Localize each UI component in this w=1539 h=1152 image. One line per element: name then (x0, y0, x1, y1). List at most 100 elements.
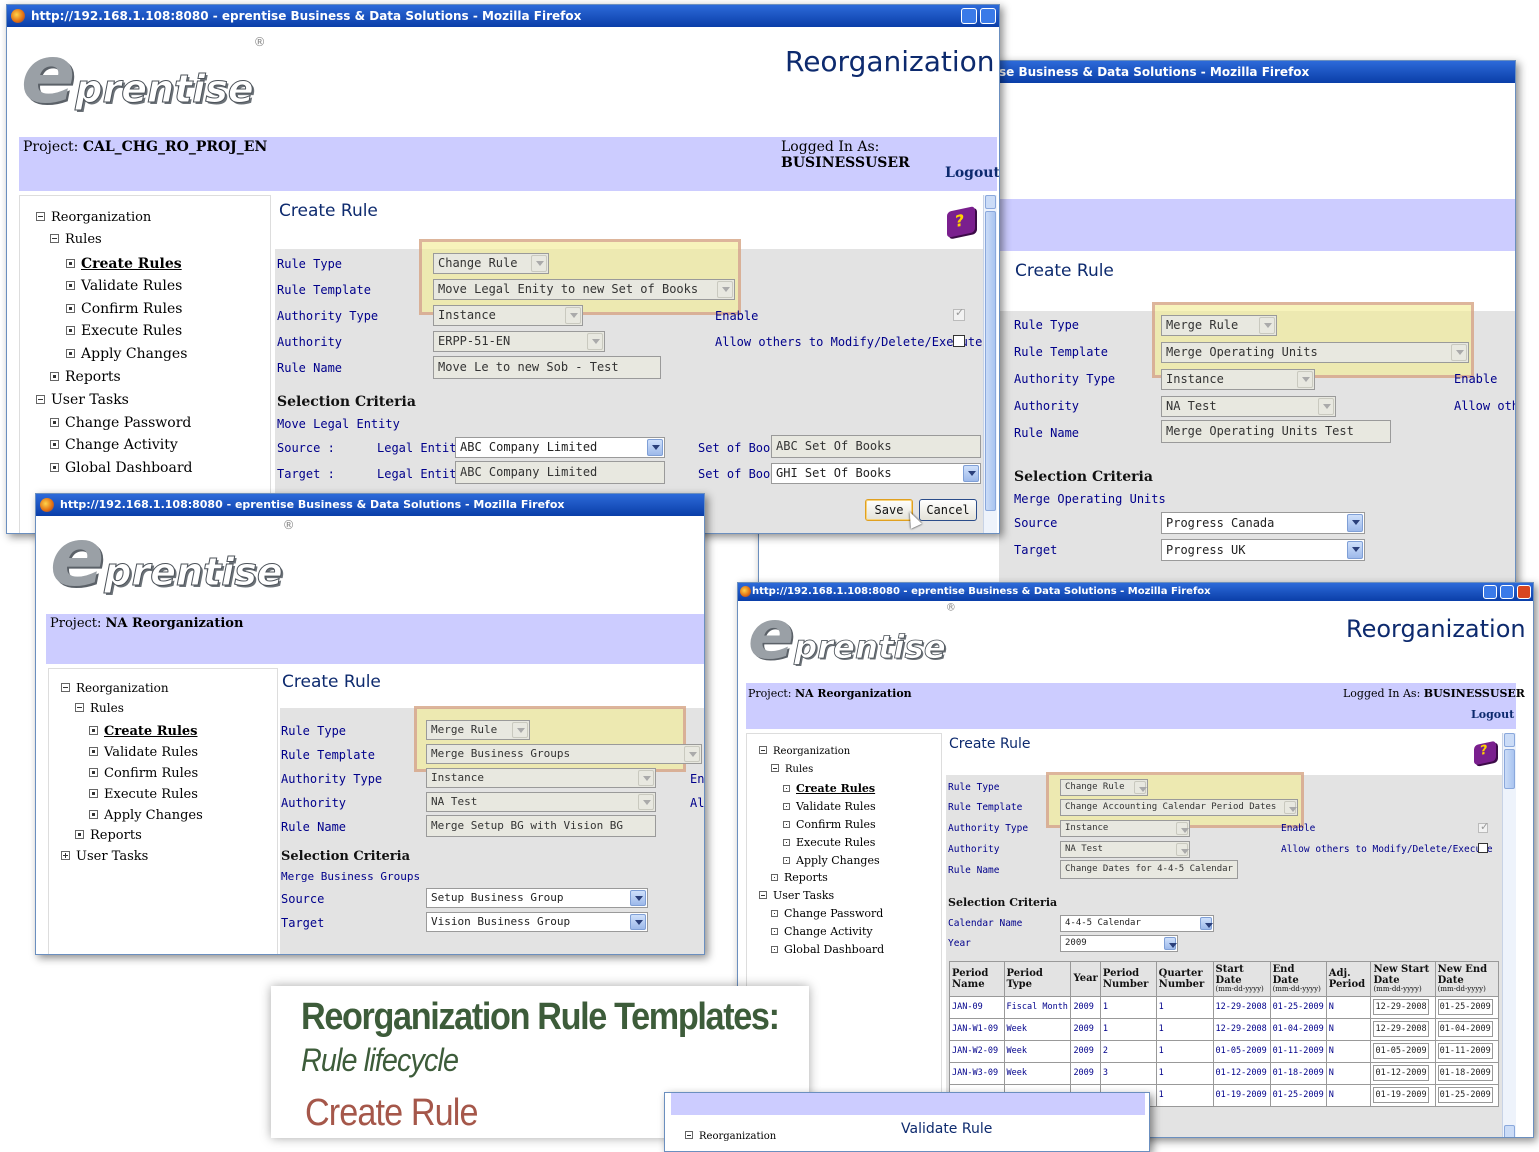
maximize-icon[interactable] (1500, 585, 1514, 599)
cell-new-start-date[interactable]: 01-12-2009 (1370, 1061, 1436, 1085)
help-book-icon[interactable]: ? (1474, 740, 1496, 766)
expand-icon[interactable] (61, 851, 70, 860)
collapse-icon[interactable] (61, 683, 70, 692)
target-set-of-book-select[interactable]: GHI Set Of Books (771, 463, 981, 484)
nav-rules[interactable]: Rules (75, 701, 124, 715)
nav-user-tasks[interactable]: User Tasks (61, 849, 148, 864)
cell-new-start-date[interactable]: 01-05-2009 (1370, 1039, 1436, 1063)
collapse-icon[interactable] (36, 395, 45, 404)
year-select[interactable]: 2009 (1060, 935, 1178, 952)
nav-confirm-rules[interactable]: Confirm Rules (66, 301, 182, 317)
allow-others-checkbox[interactable] (1478, 843, 1488, 853)
cell-new-end-date[interactable]: 01-18-2009 (1434, 1061, 1500, 1085)
cell-new-start-date[interactable]: 01-19-2009 (1370, 1083, 1436, 1107)
nav-reports[interactable]: Reports (75, 828, 142, 843)
rule-type-select[interactable]: Merge Rule (426, 720, 530, 740)
nav-rules[interactable]: Rules (50, 232, 102, 247)
logout-link[interactable]: Logout (1471, 708, 1514, 721)
cell-new-end-date[interactable]: 01-04-2009 (1434, 1017, 1500, 1041)
scroll-up-arrow[interactable] (985, 195, 996, 209)
nav-reorganization[interactable]: Reorganization (61, 681, 169, 695)
scroll-down-arrow[interactable] (1504, 1125, 1515, 1137)
nav-validate-rules[interactable]: Validate Rules (89, 745, 198, 760)
nav-create-rules[interactable]: Create Rules (66, 256, 182, 272)
nav-create-rules[interactable]: Create Rules (89, 724, 197, 739)
cell-new-end-date[interactable]: 01-11-2009 (1434, 1039, 1500, 1063)
nav-reorganization[interactable]: Reorganization (685, 1131, 776, 1142)
authority-select[interactable]: NA Test (1060, 841, 1190, 858)
target-select[interactable]: Progress UK (1161, 539, 1365, 561)
nav-reports[interactable]: Reports (771, 871, 828, 884)
close-icon[interactable] (1517, 585, 1531, 599)
nav-confirm-rules[interactable]: Confirm Rules (783, 818, 876, 831)
nav-reorganization[interactable]: Reorganization (759, 746, 850, 757)
nav-apply-changes[interactable]: Apply Changes (783, 854, 880, 867)
nav-reports[interactable]: Reports (50, 369, 121, 385)
help-book-icon[interactable]: ? (947, 206, 975, 238)
target-legal-entity-input[interactable]: ABC Company Limited (455, 461, 665, 484)
allow-others-checkbox[interactable] (953, 335, 965, 347)
source-select[interactable]: Progress Canada (1161, 512, 1365, 534)
collapse-icon[interactable] (759, 891, 767, 899)
rule-name-input[interactable]: Merge Setup BG with Vision BG (426, 815, 656, 837)
nav-global-dashboard[interactable]: Global Dashboard (771, 943, 884, 956)
cell-new-end-date[interactable]: 01-25-2009 (1434, 995, 1500, 1019)
authority-type-select[interactable]: Instance (1060, 820, 1190, 837)
nav-execute-rules[interactable]: Execute Rules (89, 787, 198, 802)
maximize-icon[interactable] (980, 8, 996, 24)
collapse-icon[interactable] (75, 703, 84, 712)
nav-user-tasks[interactable]: User Tasks (36, 392, 129, 408)
nav-change-activity[interactable]: Change Activity (50, 437, 178, 453)
nav-apply-changes[interactable]: Apply Changes (89, 808, 203, 823)
nav-validate-rules[interactable]: Validate Rules (783, 800, 876, 813)
minimize-icon[interactable] (1483, 585, 1497, 599)
rule-template-select[interactable]: Merge Operating Units (1161, 342, 1469, 363)
scroll-thumb[interactable] (1504, 749, 1515, 789)
source-legal-entity-select[interactable]: ABC Company Limited (455, 437, 665, 458)
rule-template-select[interactable]: Merge Business Groups (426, 744, 702, 764)
scroll-thumb[interactable] (985, 211, 996, 511)
authority-type-select[interactable]: Instance (1161, 369, 1315, 390)
cell-new-start-date[interactable]: 12-29-2008 (1370, 1017, 1436, 1041)
nav-reorganization[interactable]: Reorganization (36, 210, 151, 225)
authority-type-select[interactable]: Instance (426, 768, 656, 788)
authority-select[interactable]: ERPP-51-EN (433, 331, 605, 352)
cell-new-start-date[interactable]: 12-29-2008 (1370, 995, 1436, 1019)
authority-select[interactable]: NA Test (426, 792, 656, 812)
collapse-icon[interactable] (50, 234, 59, 243)
collapse-icon[interactable] (759, 746, 767, 754)
authority-type-select[interactable]: Instance (433, 305, 583, 326)
scrollbar[interactable] (983, 195, 997, 533)
nav-create-rules[interactable]: Create Rules (783, 782, 875, 795)
rule-type-select[interactable]: Change Rule (1060, 779, 1148, 796)
scrollbar[interactable] (1502, 733, 1516, 1137)
nav-change-activity[interactable]: Change Activity (771, 925, 873, 938)
cell-new-end-date[interactable]: 01-25-2009 (1434, 1083, 1500, 1107)
rule-name-input[interactable]: Move Le to new Sob - Test (433, 356, 661, 379)
rule-name-input[interactable]: Change Dates for 4-4-5 Calendar (1060, 860, 1238, 879)
nav-user-tasks[interactable]: User Tasks (759, 889, 834, 902)
logout-link[interactable]: Logout (945, 165, 999, 181)
rule-type-select[interactable]: Change Rule (433, 253, 549, 274)
rule-name-input[interactable]: Merge Operating Units Test (1161, 420, 1391, 443)
rule-template-select[interactable]: Move Legal Enity to new Set of Books (433, 279, 735, 300)
enable-checkbox[interactable] (953, 306, 965, 321)
nav-global-dashboard[interactable]: Global Dashboard (50, 460, 193, 476)
authority-select[interactable]: NA Test (1161, 396, 1336, 417)
target-select[interactable]: Vision Business Group (426, 912, 648, 932)
nav-apply-changes[interactable]: Apply Changes (66, 346, 187, 362)
nav-execute-rules[interactable]: Execute Rules (783, 836, 875, 849)
source-set-of-book-input[interactable]: ABC Set Of Books (771, 435, 981, 458)
minimize-icon[interactable] (961, 8, 977, 24)
rule-template-select[interactable]: Change Accounting Calendar Period Dates (1060, 799, 1298, 816)
nav-confirm-rules[interactable]: Confirm Rules (89, 766, 198, 781)
collapse-icon[interactable] (36, 212, 45, 221)
nav-change-password[interactable]: Change Password (771, 907, 883, 920)
nav-change-password[interactable]: Change Password (50, 415, 191, 431)
source-select[interactable]: Setup Business Group (426, 888, 648, 908)
nav-validate-rules[interactable]: Validate Rules (66, 278, 182, 294)
rule-type-select[interactable]: Merge Rule (1161, 315, 1277, 336)
collapse-icon[interactable] (771, 764, 779, 772)
nav-rules[interactable]: Rules (771, 764, 813, 775)
scroll-up-arrow[interactable] (1504, 733, 1515, 747)
